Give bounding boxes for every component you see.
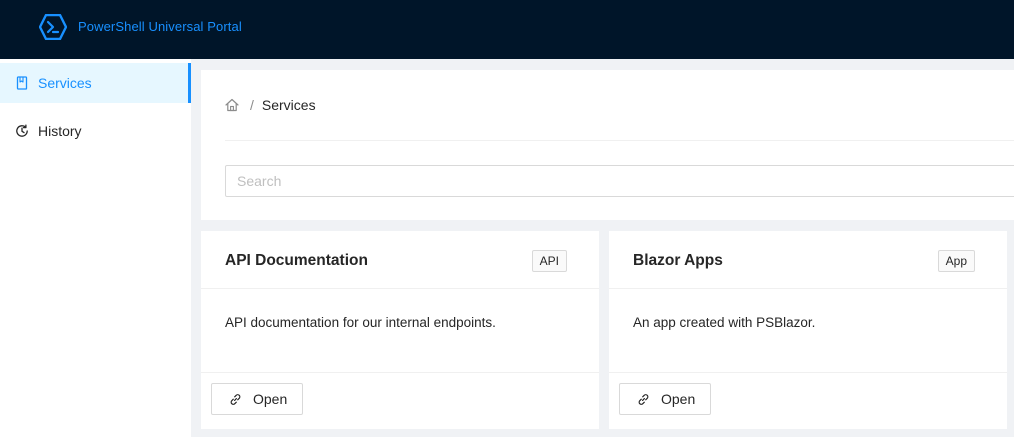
card-description: An app created with PSBlazor. — [633, 315, 816, 330]
home-icon[interactable] — [225, 98, 239, 112]
card-description: API documentation for our internal endpo… — [225, 315, 496, 330]
app-title[interactable]: PowerShell Universal Portal — [78, 19, 242, 34]
divider — [201, 372, 599, 373]
history-icon — [16, 124, 28, 137]
link-icon — [230, 394, 241, 405]
breadcrumb-current: Services — [261, 97, 316, 113]
sidebar-item-history[interactable]: History — [0, 111, 191, 151]
sidebar: Services History — [0, 59, 191, 437]
service-card: Blazor Apps App An app created with PSBl… — [609, 231, 1007, 429]
card-title: Blazor Apps — [633, 252, 723, 269]
card-title: API Documentation — [225, 252, 368, 269]
open-button-label: Open — [661, 391, 696, 407]
page-header: / Services — [201, 70, 1014, 220]
breadcrumb: / Services — [225, 97, 316, 113]
open-button[interactable]: Open — [211, 383, 303, 415]
sidebar-item-services[interactable]: Services — [0, 63, 191, 103]
sidebar-item-label: Services — [38, 75, 92, 91]
open-button[interactable]: Open — [619, 383, 711, 415]
divider — [201, 288, 599, 289]
breadcrumb-separator: / — [250, 97, 254, 113]
service-card: API Documentation API API documentation … — [201, 231, 599, 429]
divider — [225, 140, 1014, 141]
card-tag: App — [937, 250, 975, 272]
search-input[interactable] — [225, 165, 1014, 197]
divider — [609, 288, 1007, 289]
divider — [609, 372, 1007, 373]
sidebar-item-label: History — [38, 123, 82, 139]
powershell-hexagon-icon[interactable] — [39, 14, 67, 40]
card-tag: API — [531, 250, 567, 272]
top-bar: PowerShell Universal Portal — [0, 0, 1014, 59]
open-button-label: Open — [253, 391, 288, 407]
link-icon — [638, 394, 649, 405]
book-icon — [16, 76, 28, 90]
